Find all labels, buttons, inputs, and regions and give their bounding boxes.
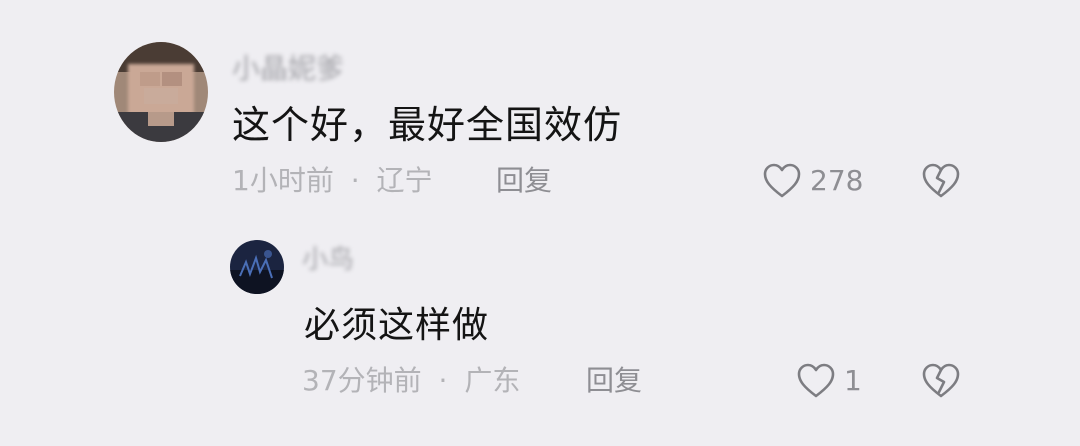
heart-outline-icon xyxy=(762,162,802,200)
comment-username[interactable]: 小晶妮爹 xyxy=(232,52,344,86)
reply-time: 37分钟前 xyxy=(302,364,422,397)
reply-location: 广东 xyxy=(464,364,521,397)
broken-heart-icon xyxy=(920,362,962,400)
heart-outline-icon xyxy=(796,362,836,400)
dislike-button[interactable] xyxy=(920,162,962,200)
reply-meta: 37分钟前 · 广东 xyxy=(302,364,520,398)
comment-time: 1小时前 xyxy=(232,164,334,197)
reply-button[interactable]: 回复 xyxy=(586,364,642,398)
avatar[interactable] xyxy=(114,42,208,142)
meta-separator: · xyxy=(350,164,360,197)
dislike-button[interactable] xyxy=(920,362,962,400)
reply-avatar[interactable] xyxy=(230,240,284,294)
like-button[interactable]: 278 xyxy=(762,162,863,200)
comment-location: 辽宁 xyxy=(376,164,433,197)
comment-text: 这个好，最好全国效仿 xyxy=(232,103,623,147)
meta-separator: · xyxy=(438,364,448,397)
comment-meta: 1小时前 · 辽宁 xyxy=(232,164,433,198)
like-count: 278 xyxy=(810,164,864,197)
like-button[interactable]: 1 xyxy=(796,362,862,400)
broken-heart-icon xyxy=(920,162,962,200)
like-count: 1 xyxy=(844,364,862,397)
reply-username[interactable]: 小鸟 xyxy=(302,244,354,276)
reply-text: 必须这样做 xyxy=(304,305,490,346)
reply-button[interactable]: 回复 xyxy=(496,164,552,198)
